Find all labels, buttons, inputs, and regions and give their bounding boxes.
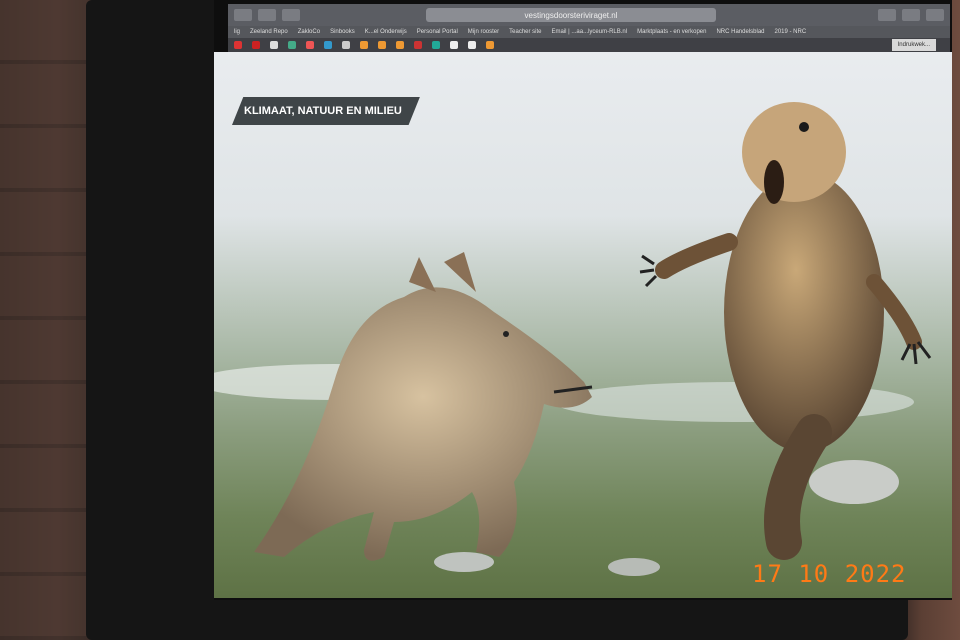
tab-favicon[interactable] <box>324 41 332 49</box>
tab-favicon[interactable] <box>252 41 260 49</box>
bookmark-item[interactable]: Sinbooks <box>330 29 355 35</box>
monitor-screen: vestingsdoorsteriviraget.nl lig Zeeland … <box>214 0 952 600</box>
photo-illustration <box>214 102 932 576</box>
monitor-bezel: vestingsdoorsteriviraget.nl lig Zeeland … <box>86 0 952 640</box>
url-text: vestingsdoorsteriviraget.nl <box>524 10 618 20</box>
tab-strip: Indrukwek... <box>228 38 950 52</box>
bookmark-item[interactable]: Email | ...aa...lyceum-RLB.nl <box>552 29 628 35</box>
category-label[interactable]: KLIMAAT, NATUUR EN MILIEU <box>232 97 420 125</box>
bookmark-item[interactable]: Zeeland Repo <box>250 29 288 35</box>
back-button[interactable] <box>234 9 252 21</box>
forward-button[interactable] <box>258 9 276 21</box>
tab-favicon[interactable] <box>288 41 296 49</box>
tab-favicon[interactable] <box>234 41 242 49</box>
bookmarks-bar: lig Zeeland Repo ZakloCo Sinbooks K...el… <box>228 26 950 38</box>
bookmark-item[interactable]: Personal Portal <box>417 29 458 35</box>
tab-favicon[interactable] <box>360 41 368 49</box>
bookmark-item[interactable]: K...el Onderwijs <box>365 29 407 35</box>
download-icon[interactable] <box>878 9 896 21</box>
tab-favicon[interactable] <box>414 41 422 49</box>
bookmark-item[interactable]: Teacher site <box>509 29 541 35</box>
fox <box>254 252 593 561</box>
bookmark-item[interactable]: lig <box>234 29 240 35</box>
tab-favicon[interactable] <box>450 41 458 49</box>
rock <box>608 558 660 576</box>
bookmark-item[interactable]: Marktplaats - en verkopen <box>637 29 706 35</box>
tabs-icon[interactable] <box>926 9 944 21</box>
tab-active[interactable]: Indrukwek... <box>891 39 936 51</box>
tab-favicon[interactable] <box>468 41 476 49</box>
tab-favicon[interactable] <box>306 41 314 49</box>
bookmark-item[interactable]: ZakloCo <box>298 29 320 35</box>
tab-favicon[interactable] <box>396 41 404 49</box>
tab-active-label: Indrukwek... <box>897 42 930 48</box>
share-icon[interactable] <box>902 9 920 21</box>
address-bar[interactable]: vestingsdoorsteriviraget.nl <box>426 8 716 22</box>
article-photo: KLIMAAT, NATUUR EN MILIEU <box>214 52 952 598</box>
tab-favicon[interactable] <box>270 41 278 49</box>
tab-favicon[interactable] <box>342 41 350 49</box>
tab-favicon[interactable] <box>432 41 440 49</box>
tab-favicon[interactable] <box>486 41 494 49</box>
browser-toolbar: vestingsdoorsteriviraget.nl <box>228 4 950 26</box>
rock <box>434 552 494 572</box>
rock <box>809 460 899 504</box>
tab-favicon[interactable] <box>378 41 386 49</box>
bookmark-item[interactable]: 2019 - NRC <box>775 29 807 35</box>
bookmark-item[interactable]: Mijn rooster <box>468 29 499 35</box>
sidebar-button[interactable] <box>282 9 300 21</box>
photo-timestamp: 17 10 2022 <box>752 560 907 588</box>
bookmark-item[interactable]: NRC Handelsblad <box>716 29 764 35</box>
